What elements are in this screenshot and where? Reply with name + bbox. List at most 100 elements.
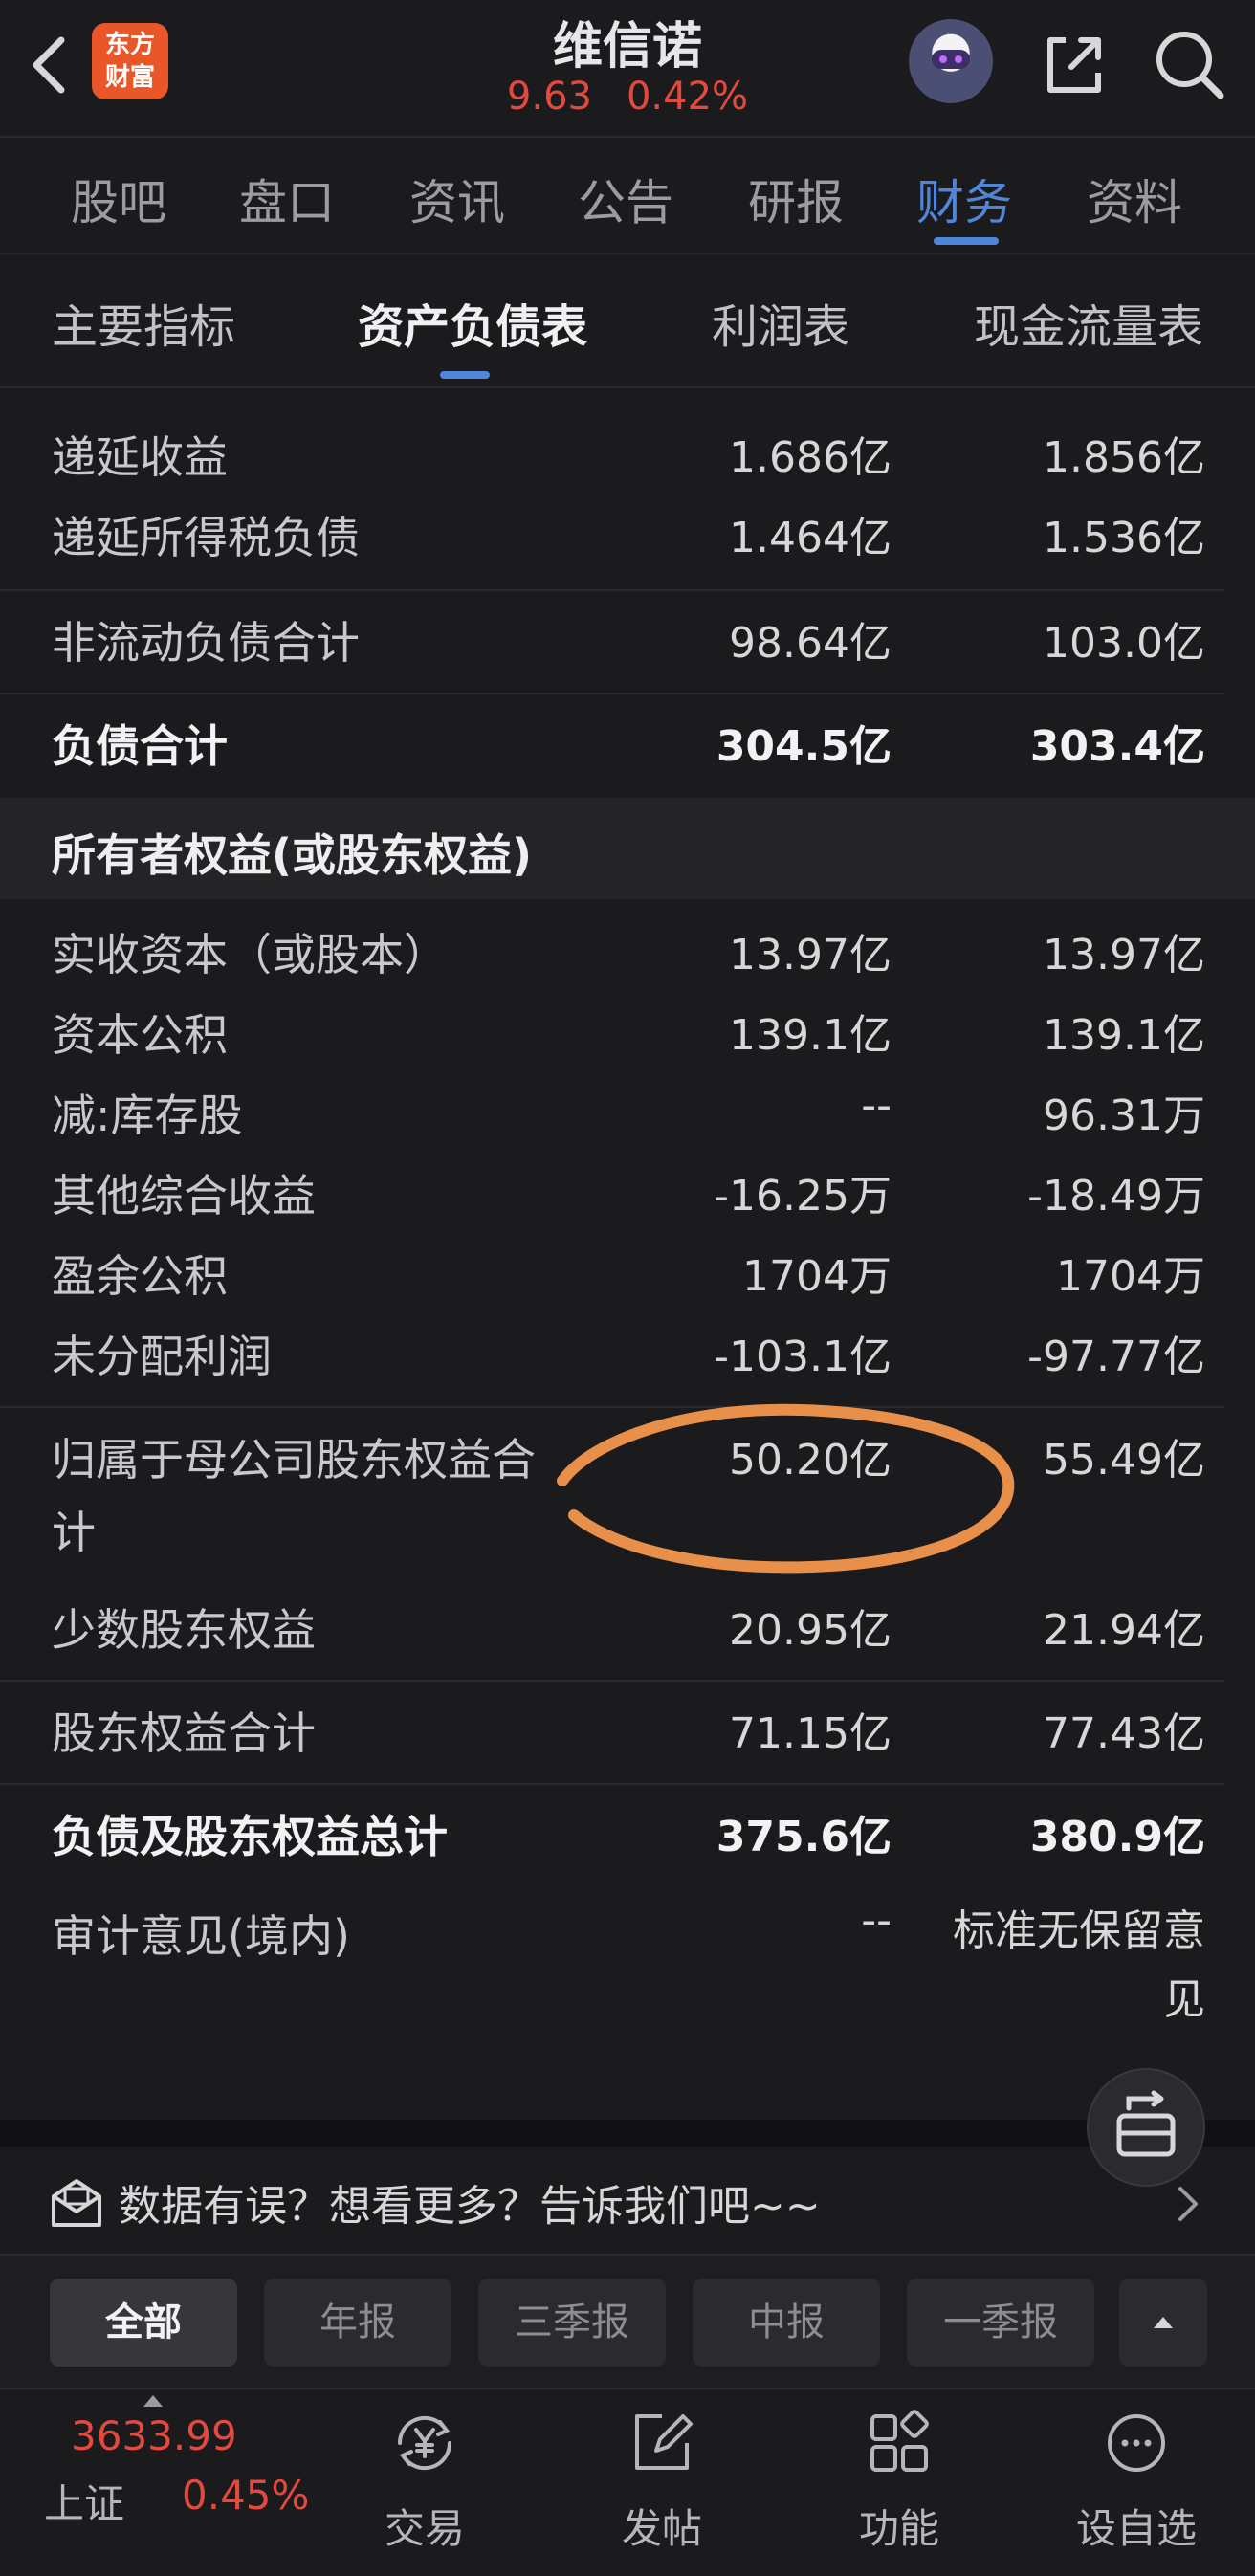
main-tab-bar: 股吧 盘口 资讯 公告 研报 财务 资料 xyxy=(0,136,1255,254)
nav-trade[interactable]: 交易 xyxy=(348,2405,501,2567)
row-value-period1: 1.464亿 xyxy=(729,514,892,562)
edit-icon xyxy=(635,2414,693,2470)
active-tab-indicator xyxy=(934,237,999,245)
feedback-banner[interactable]: 数据有误？想看更多？告诉我们吧~~ xyxy=(0,2147,1255,2254)
search-icon xyxy=(1156,32,1224,99)
row-divider xyxy=(0,1680,1224,1682)
row-divider xyxy=(0,693,1224,694)
row-value-line1: 标准无保留意 xyxy=(953,1906,1205,1955)
index-value[interactable]: 3633.99 xyxy=(71,2412,237,2459)
statement-tab-bar: 主要指标 资产负债表 利润表 现金流量表 xyxy=(0,254,1255,388)
row-value-period1: 375.6亿 xyxy=(716,1813,892,1861)
row-label: 少数股东权益 xyxy=(52,1604,316,1656)
tab-key-indicators[interactable]: 主要指标 xyxy=(52,289,235,356)
row-label-line2: 计 xyxy=(52,1507,96,1558)
row-value-period1: -103.1亿 xyxy=(714,1332,892,1381)
assistant-robot-icon[interactable] xyxy=(909,19,993,103)
row-value-period2: 139.1亿 xyxy=(1043,1011,1205,1060)
grid-apps-icon xyxy=(870,2410,929,2472)
tab-balance-sheet[interactable]: 资产负债表 xyxy=(358,289,587,356)
row-label: 负债及股东权益总计 xyxy=(52,1811,448,1862)
tab-guba[interactable]: 股吧 xyxy=(71,165,166,233)
nav-post[interactable]: 发帖 xyxy=(585,2405,738,2567)
row-value-period2: 标准无保留意 见 xyxy=(953,1896,1205,2026)
index-change-pct[interactable]: 0.45% xyxy=(182,2472,309,2519)
row-value-period2: -18.49万 xyxy=(1027,1172,1205,1221)
row-label: 未分配利润 xyxy=(52,1331,272,1382)
row-value-period2: 1.536亿 xyxy=(1043,514,1205,562)
row-value-period2: 103.0亿 xyxy=(1043,619,1205,668)
row-value-period2: 13.97亿 xyxy=(1043,931,1205,980)
filter-q3[interactable]: 三季报 xyxy=(478,2279,666,2367)
row-divider xyxy=(0,1783,1224,1785)
tab-pankou[interactable]: 盘口 xyxy=(239,165,335,233)
yen-exchange-icon xyxy=(397,2415,452,2471)
nav-label: 交易 xyxy=(384,2505,465,2552)
bottom-navigation: 3633.99 上证 0.45% 交易 发帖 功能 设自选 xyxy=(0,2388,1255,2576)
index-name[interactable]: 上证 xyxy=(44,2472,124,2530)
row-label: 盈余公积 xyxy=(52,1250,228,1302)
row-label: 非流动负债合计 xyxy=(52,617,360,669)
tab-news[interactable]: 资讯 xyxy=(409,165,505,233)
row-label: 资本公积 xyxy=(52,1009,228,1061)
tab-income-statement[interactable]: 利润表 xyxy=(712,289,849,356)
nav-functions[interactable]: 功能 xyxy=(823,2405,976,2567)
row-value-period2: -97.77亿 xyxy=(1027,1332,1205,1381)
row-value-period1: 13.97亿 xyxy=(729,931,892,980)
nav-label: 设自选 xyxy=(1075,2505,1197,2552)
row-label: 递延所得税负债 xyxy=(52,512,360,563)
feedback-text: 数据有误？想看更多？告诉我们吧~~ xyxy=(119,2182,821,2231)
row-label: 减:库存股 xyxy=(52,1090,243,1141)
section-header-equity: 所有者权益(或股东权益) xyxy=(0,798,1255,899)
row-value-period2: 1704万 xyxy=(1056,1252,1205,1301)
row-value-period1: -16.25万 xyxy=(714,1172,892,1221)
row-value-period2: 1.856亿 xyxy=(1043,433,1205,482)
row-divider xyxy=(0,1406,1224,1408)
row-divider xyxy=(0,589,1224,591)
search-button[interactable] xyxy=(1148,23,1230,105)
filter-all[interactable]: 全部 xyxy=(50,2279,237,2367)
section-title: 所有者权益(或股东权益) xyxy=(52,829,533,881)
balance-sheet-table: 递延收益 1.686亿 1.856亿 递延所得税负债 1.464亿 1.536亿… xyxy=(0,388,1255,2120)
tab-research[interactable]: 研报 xyxy=(748,165,844,233)
row-label: 其他综合收益 xyxy=(52,1170,316,1222)
row-value-period1: 1704万 xyxy=(742,1252,892,1301)
tab-cash-flow[interactable]: 现金流量表 xyxy=(974,289,1203,356)
row-label-line1: 归属于母公司股东权益合 xyxy=(52,1434,536,1486)
caret-up-icon xyxy=(143,2395,163,2407)
row-label: 归属于母公司股东权益合 计 xyxy=(52,1425,536,1561)
row-value-period1: -- xyxy=(861,1081,892,1130)
active-subtab-indicator xyxy=(440,371,490,379)
top-bar: 东方 财富 维信诺 9.63 0.42% xyxy=(0,0,1255,136)
share-icon xyxy=(1047,37,1101,93)
row-value-period1: 50.20亿 xyxy=(729,1436,892,1485)
row-label: 审计意见(境内) xyxy=(52,1910,350,1962)
stock-change-pct: 0.42% xyxy=(626,75,749,119)
row-value-period1: 71.15亿 xyxy=(729,1709,892,1758)
row-value-line2: 见 xyxy=(1163,1975,1205,2024)
nav-watchlist[interactable]: 设自选 xyxy=(1060,2405,1213,2567)
scroll-top-button[interactable] xyxy=(1119,2279,1207,2367)
row-value-period1: 20.95亿 xyxy=(729,1606,892,1655)
triangle-up-icon xyxy=(1154,2317,1173,2328)
filter-interim[interactable]: 中报 xyxy=(693,2279,880,2367)
tab-profile[interactable]: 资料 xyxy=(1087,165,1182,233)
row-value-period2: 77.43亿 xyxy=(1043,1709,1205,1758)
table-row-clipped xyxy=(0,388,1255,398)
row-label: 负债合计 xyxy=(52,720,228,772)
filter-q1[interactable]: 一季报 xyxy=(907,2279,1094,2367)
row-label: 股东权益合计 xyxy=(52,1707,316,1759)
row-value-period1: -- xyxy=(861,1896,892,1945)
nav-label: 功能 xyxy=(858,2505,939,2552)
row-value-period2: 303.4亿 xyxy=(1029,722,1205,771)
more-dots-icon xyxy=(1108,2414,1165,2472)
row-label: 递延收益 xyxy=(52,431,228,483)
tab-finance[interactable]: 财务 xyxy=(916,165,1012,233)
stock-price: 9.63 xyxy=(506,75,592,119)
chevron-right-icon xyxy=(1178,2187,1198,2221)
share-button[interactable] xyxy=(1033,23,1115,105)
tab-announcements[interactable]: 公告 xyxy=(578,165,673,233)
nav-label: 发帖 xyxy=(621,2505,702,2552)
row-value-period2: 55.49亿 xyxy=(1043,1436,1205,1485)
filter-annual[interactable]: 年报 xyxy=(264,2279,451,2367)
